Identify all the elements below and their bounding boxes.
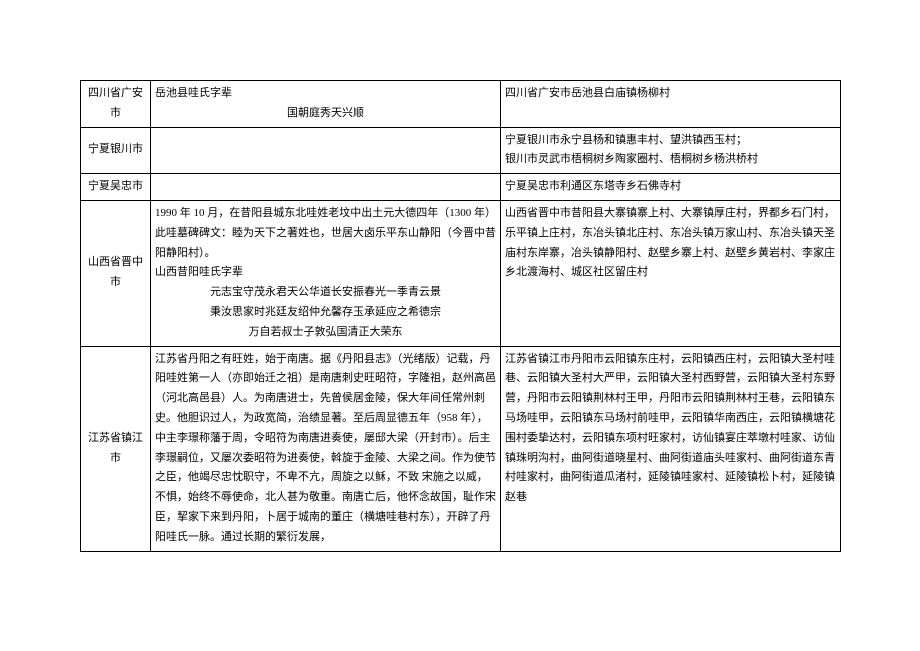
desc-verse: 元志宝守茂永君天公华道长安振春光一季青云景 秉汝思家时兆廷友绍仲允馨存玉承延应之… <box>155 283 496 342</box>
desc-verse: 国朝庭秀天兴顺 <box>155 104 496 124</box>
description-cell: 岳池县哇氏字辈 国朝庭秀天兴顺 <box>151 81 501 128</box>
villages-text: 宁夏银川市永宁县杨和镇惠丰村、望洪镇西玉村； 银川市灵武市梧桐树乡陶家圈村、梧桐… <box>505 134 758 166</box>
table-row: 宁夏银川市 宁夏银川市永宁县杨和镇惠丰村、望洪镇西玉村； 银川市灵武市梧桐树乡陶… <box>81 127 841 174</box>
villages-text: 四川省广安市岳池县白庙镇杨柳村 <box>505 87 670 99</box>
table-row: 宁夏吴忠市 宁夏吴忠市利通区东塔寺乡石佛寺村 <box>81 174 841 201</box>
description-cell: 江苏省丹阳之有旺姓，始于南唐。据《丹阳县志》（光绪版）记载，丹阳哇姓第一人（亦即… <box>151 346 501 551</box>
description-cell <box>151 174 501 201</box>
location-text: 四川省广安市 <box>88 87 143 119</box>
description-cell <box>151 127 501 174</box>
villages-cell: 宁夏银川市永宁县杨和镇惠丰村、望洪镇西玉村； 银川市灵武市梧桐树乡陶家圈村、梧桐… <box>501 127 841 174</box>
desc-subtitle: 山西昔阳哇氏字辈 <box>155 263 496 283</box>
description-cell: 1990 年 10 月，在昔阳县城东北哇姓老坟中出土元大德四年（1300 年）此… <box>151 200 501 346</box>
villages-text: 宁夏吴忠市利通区东塔寺乡石佛寺村 <box>505 180 681 192</box>
location-text: 宁夏银川市 <box>88 143 143 155</box>
genealogy-table: 四川省广安市 岳池县哇氏字辈 国朝庭秀天兴顺 四川省广安市岳池县白庙镇杨柳村 宁… <box>80 80 841 552</box>
location-cell: 宁夏吴忠市 <box>81 174 151 201</box>
table-row: 江苏省镇江市 江苏省丹阳之有旺姓，始于南唐。据《丹阳县志》（光绪版）记载，丹阳哇… <box>81 346 841 551</box>
table-row: 山西省晋中市 1990 年 10 月，在昔阳县城东北哇姓老坟中出土元大德四年（1… <box>81 200 841 346</box>
villages-text: 江苏省镇江市丹阳市云阳镇东庄村，云阳镇西庄村，云阳镇大圣村哇巷、云阳镇大圣村大严… <box>505 353 835 504</box>
location-cell: 宁夏银川市 <box>81 127 151 174</box>
villages-cell: 江苏省镇江市丹阳市云阳镇东庄村，云阳镇西庄村，云阳镇大圣村哇巷、云阳镇大圣村大严… <box>501 346 841 551</box>
location-text: 山西省晋中市 <box>88 256 143 288</box>
villages-cell: 四川省广安市岳池县白庙镇杨柳村 <box>501 81 841 128</box>
desc-title: 岳池县哇氏字辈 <box>155 84 496 104</box>
document-page: 四川省广安市 岳池县哇氏字辈 国朝庭秀天兴顺 四川省广安市岳池县白庙镇杨柳村 宁… <box>80 80 840 552</box>
location-cell: 四川省广安市 <box>81 81 151 128</box>
location-text: 江苏省镇江市 <box>88 432 143 464</box>
desc-paragraph: 1990 年 10 月，在昔阳县城东北哇姓老坟中出土元大德四年（1300 年）此… <box>155 204 496 263</box>
villages-cell: 宁夏吴忠市利通区东塔寺乡石佛寺村 <box>501 174 841 201</box>
location-text: 宁夏吴忠市 <box>88 180 143 192</box>
location-cell: 山西省晋中市 <box>81 200 151 346</box>
location-cell: 江苏省镇江市 <box>81 346 151 551</box>
table-row: 四川省广安市 岳池县哇氏字辈 国朝庭秀天兴顺 四川省广安市岳池县白庙镇杨柳村 <box>81 81 841 128</box>
villages-cell: 山西省晋中市昔阳县大寨镇寨上村、大寨镇厚庄村，界都乡石门村，乐平镇上庄村，东冶头… <box>501 200 841 346</box>
desc-text: 江苏省丹阳之有旺姓，始于南唐。据《丹阳县志》（光绪版）记载，丹阳哇姓第一人（亦即… <box>155 353 496 543</box>
villages-text: 山西省晋中市昔阳县大寨镇寨上村、大寨镇厚庄村，界都乡石门村，乐平镇上庄村，东冶头… <box>505 207 835 278</box>
